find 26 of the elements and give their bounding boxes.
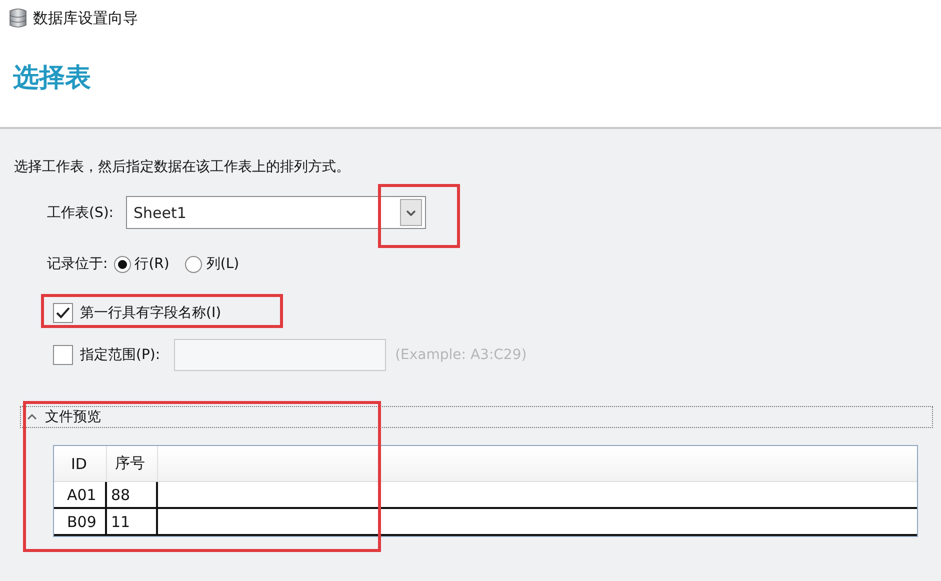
table-cell: A01: [63, 482, 107, 507]
database-icon: [9, 8, 27, 28]
column-header: ID: [63, 446, 107, 481]
checkmark-icon: [56, 307, 70, 319]
checkbox[interactable]: [53, 345, 73, 365]
example-hint: (Example: A3:C29): [395, 347, 527, 363]
page-heading: 选择表: [13, 62, 92, 95]
radio-label[interactable]: 行(R): [134, 255, 170, 273]
radio-button[interactable]: [185, 256, 202, 272]
worksheet-dropdown[interactable]: Sheet1: [126, 196, 426, 229]
window-title: 数据库设置向导: [33, 8, 138, 28]
table-cell: 88: [107, 482, 158, 507]
chevron-down-icon: [406, 210, 416, 216]
table-cell: B09: [63, 509, 107, 534]
dropdown-button[interactable]: [400, 199, 422, 226]
checkbox-label[interactable]: 第一行具有字段名称(I): [80, 304, 222, 322]
radio-label[interactable]: 列(L): [206, 255, 240, 273]
table-cell: 11: [107, 509, 158, 534]
column-header: 序号: [107, 446, 158, 481]
instruction-text: 选择工作表，然后指定数据在该工作表上的排列方式。: [14, 158, 351, 176]
checkbox-label[interactable]: 指定范围(P):: [80, 346, 160, 364]
preview-header[interactable]: 文件预览: [20, 406, 933, 428]
worksheet-label: 工作表(S):: [47, 204, 114, 222]
checkbox[interactable]: [53, 303, 73, 323]
records-label: 记录位于:: [47, 255, 108, 273]
radio-button[interactable]: [114, 256, 131, 272]
